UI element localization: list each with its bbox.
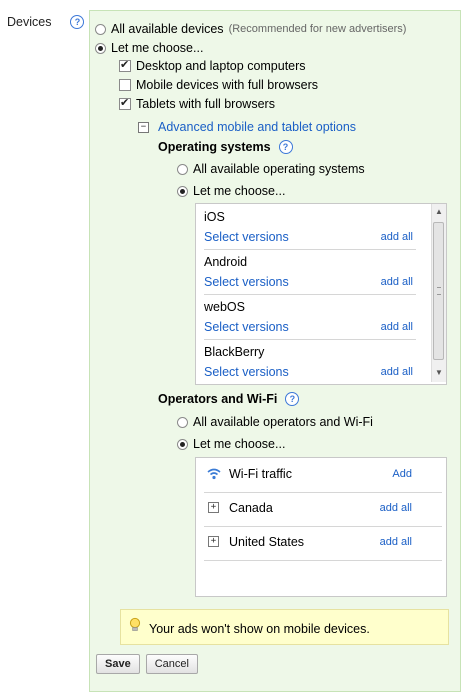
wifi-icon (207, 468, 221, 480)
select-versions-link[interactable]: Select versions (204, 365, 289, 379)
form-actions: Save Cancel (96, 654, 198, 674)
tablet-checkbox[interactable] (119, 96, 131, 110)
choose-os-option[interactable]: Let me choose... (177, 184, 285, 198)
operator-item-united-states: + United States add all (204, 526, 442, 561)
select-versions-link[interactable]: Select versions (204, 320, 289, 334)
add-all-link[interactable]: add all (381, 276, 413, 288)
cancel-button[interactable]: Cancel (145, 654, 198, 674)
all-operators-option[interactable]: All available operators and Wi-Fi (177, 415, 373, 429)
collapse-icon[interactable]: − (138, 121, 149, 133)
os-item-webos: webOS Select versions add all (204, 300, 416, 340)
select-versions-link[interactable]: Select versions (204, 230, 289, 244)
os-item-android: Android Select versions add all (204, 255, 416, 295)
os-name: BlackBerry (204, 345, 265, 359)
scroll-up-arrow-icon[interactable]: ▲ (435, 207, 443, 216)
all-devices-note: (Recommended for new advertisers) (228, 23, 407, 35)
advanced-options-link[interactable]: Advanced mobile and tablet options (158, 120, 356, 134)
choose-devices-label: Let me choose... (111, 41, 204, 55)
select-versions-link[interactable]: Select versions (204, 275, 289, 289)
os-heading: Operating systems (158, 140, 271, 154)
devices-help-icon[interactable]: ? (70, 15, 85, 29)
grip-icon (437, 287, 441, 295)
choose-devices-option[interactable]: Let me choose... (95, 41, 203, 55)
os-list: iOS Select versions add all Android Sele… (195, 203, 447, 385)
os-item-ios: iOS Select versions add all (204, 210, 416, 250)
expand-icon[interactable]: + (208, 536, 219, 547)
desktop-checkbox[interactable] (119, 58, 131, 72)
add-all-link[interactable]: add all (381, 321, 413, 333)
tip-text: Your ads won't show on mobile devices. (149, 622, 370, 636)
all-operators-label: All available operators and Wi-Fi (193, 415, 373, 429)
operators-heading: Operators and Wi-Fi (158, 392, 278, 406)
mobile-label: Mobile devices with full browsers (136, 78, 319, 92)
os-name: iOS (204, 210, 225, 224)
operators-list: Wi-Fi traffic Add + Canada add all + Uni… (195, 457, 447, 597)
all-os-label: All available operating systems (193, 162, 365, 176)
operator-name: United States (229, 535, 305, 549)
add-all-link[interactable]: add all (381, 231, 413, 243)
choose-operators-option[interactable]: Let me choose... (177, 437, 285, 451)
devices-label-row: Devices ? (7, 15, 85, 29)
tablet-label: Tablets with full browsers (136, 97, 275, 111)
scroll-thumb[interactable] (433, 222, 444, 360)
add-all-link[interactable]: add all (380, 536, 412, 548)
os-help-icon[interactable]: ? (278, 140, 293, 154)
os-list-scrollbar[interactable]: ▲ ▼ (431, 204, 446, 382)
save-button[interactable]: Save (96, 654, 140, 674)
add-all-link[interactable]: add all (380, 502, 412, 514)
device-checkbox-desktop[interactable]: Desktop and laptop computers (119, 58, 306, 73)
choose-os-radio[interactable] (177, 185, 188, 197)
add-all-link[interactable]: add all (381, 366, 413, 378)
mobile-warning-tip: Your ads won't show on mobile devices. (120, 609, 449, 645)
operator-name: Canada (229, 501, 273, 515)
operators-heading-row: Operators and Wi-Fi ? (158, 392, 300, 406)
operator-name: Wi-Fi traffic (229, 467, 292, 481)
all-devices-radio[interactable] (95, 23, 106, 35)
scroll-down-arrow-icon[interactable]: ▼ (435, 368, 443, 377)
all-os-option[interactable]: All available operating systems (177, 162, 365, 176)
add-link[interactable]: Add (392, 468, 412, 480)
choose-devices-radio[interactable] (95, 42, 106, 54)
desktop-label: Desktop and laptop computers (136, 59, 306, 73)
choose-os-label: Let me choose... (193, 184, 286, 198)
devices-label: Devices (7, 15, 52, 29)
operators-help-icon[interactable]: ? (285, 392, 300, 406)
operator-item-wifi: Wi-Fi traffic Add (204, 458, 442, 493)
os-item-blackberry: BlackBerry Select versions add all (204, 345, 416, 381)
all-os-radio[interactable] (177, 163, 188, 175)
all-devices-label: All available devices (111, 22, 224, 36)
mobile-checkbox[interactable] (119, 79, 131, 91)
expand-icon[interactable]: + (208, 502, 219, 513)
advanced-options-toggle[interactable]: − Advanced mobile and tablet options (138, 120, 356, 134)
operator-item-canada: + Canada add all (204, 492, 442, 527)
lightbulb-icon (129, 617, 141, 631)
os-name: Android (204, 255, 248, 269)
os-name: webOS (204, 300, 245, 314)
os-heading-row: Operating systems ? (158, 140, 293, 154)
all-operators-radio[interactable] (177, 416, 188, 428)
all-devices-option[interactable]: All available devices (Recommended for n… (95, 22, 406, 36)
choose-operators-label: Let me choose... (193, 437, 286, 451)
choose-operators-radio[interactable] (177, 438, 188, 450)
device-checkbox-mobile[interactable]: Mobile devices with full browsers (119, 78, 318, 92)
device-checkbox-tablet[interactable]: Tablets with full browsers (119, 96, 275, 111)
